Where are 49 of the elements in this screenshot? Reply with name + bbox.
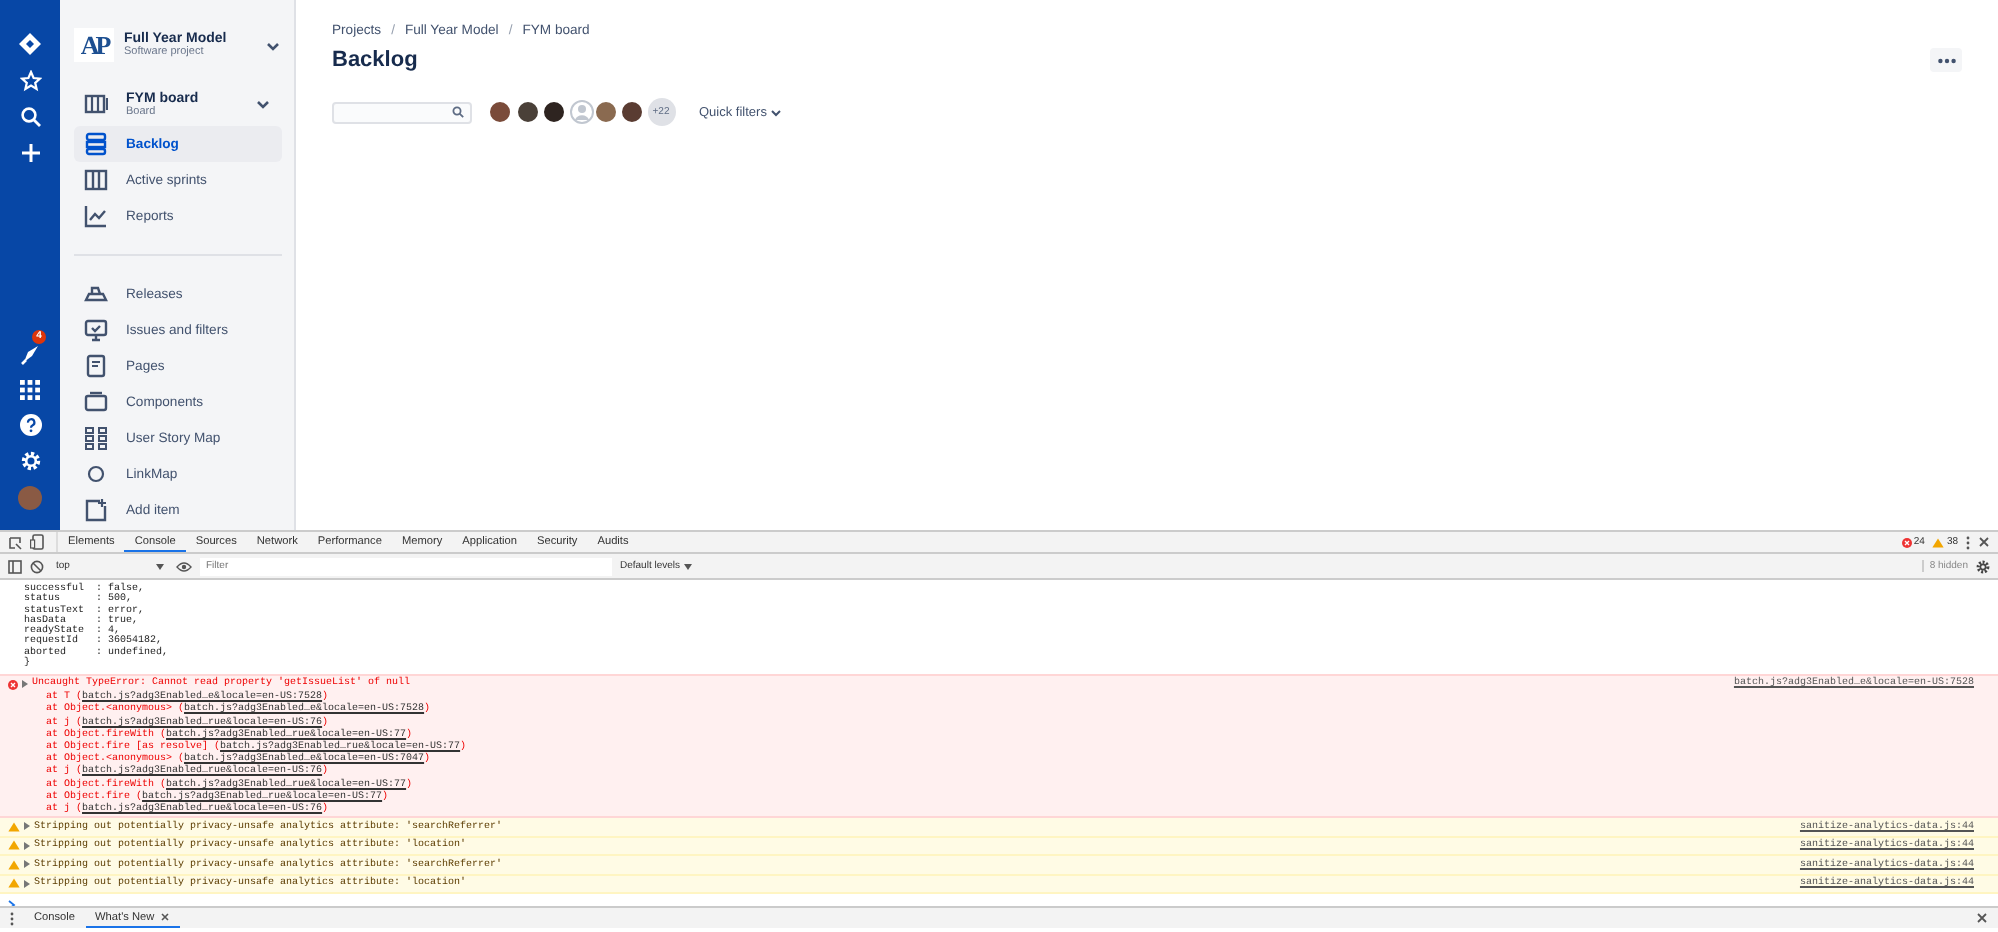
close-icon[interactable] <box>160 912 171 922</box>
plus-icon[interactable] <box>19 142 41 164</box>
chevron-down-icon[interactable] <box>254 96 272 112</box>
grid-icon <box>84 426 108 450</box>
error-icon <box>8 679 18 690</box>
device-icon[interactable] <box>30 534 44 550</box>
ship-icon <box>84 282 108 306</box>
more-icon <box>1937 57 1955 63</box>
circle-icon <box>84 462 108 486</box>
chevron-down-icon <box>770 107 783 117</box>
star-icon[interactable] <box>19 70 41 92</box>
clear-icon[interactable] <box>30 559 44 573</box>
expand-triangle-icon[interactable] <box>24 860 30 869</box>
apps-icon[interactable] <box>20 380 40 400</box>
sidebar-toggle-icon[interactable] <box>8 559 22 573</box>
expand-triangle-icon[interactable] <box>24 841 30 850</box>
chart-icon <box>84 204 108 228</box>
more-button[interactable] <box>1930 48 1962 72</box>
search-field[interactable] <box>332 101 472 123</box>
logo-icon[interactable] <box>18 32 42 56</box>
board-icon <box>84 92 108 116</box>
inspect-icon[interactable] <box>8 535 22 549</box>
columns-icon <box>84 168 108 192</box>
avatar-photo[interactable] <box>620 100 644 124</box>
help-icon[interactable] <box>19 414 41 436</box>
close-icon[interactable] <box>1978 536 1990 548</box>
warning-icon <box>1932 537 1945 547</box>
monitor-icon <box>84 318 108 342</box>
expand-triangle-icon[interactable] <box>24 879 30 888</box>
expand-triangle-icon[interactable] <box>22 680 28 689</box>
caret-icon <box>684 563 693 569</box>
search-icon[interactable] <box>19 106 41 128</box>
page-title: Backlog <box>332 48 418 72</box>
eye-icon[interactable] <box>176 561 192 571</box>
close-icon[interactable] <box>1976 912 1988 924</box>
caret-icon <box>156 563 164 569</box>
component-icon <box>84 390 108 414</box>
avatar-photo[interactable] <box>515 100 539 124</box>
avatar-photo[interactable] <box>542 100 566 124</box>
avatar-photo[interactable] <box>488 100 512 124</box>
expand-triangle-icon[interactable] <box>24 822 30 831</box>
list-icon <box>84 132 108 156</box>
search-icon <box>452 106 464 118</box>
chevron-down-icon[interactable] <box>264 37 282 53</box>
page-icon <box>84 354 108 378</box>
project-logo: AP <box>74 28 114 62</box>
settings-icon[interactable] <box>1976 559 1990 573</box>
add-page-icon <box>84 498 108 522</box>
error-icon <box>1901 537 1912 547</box>
